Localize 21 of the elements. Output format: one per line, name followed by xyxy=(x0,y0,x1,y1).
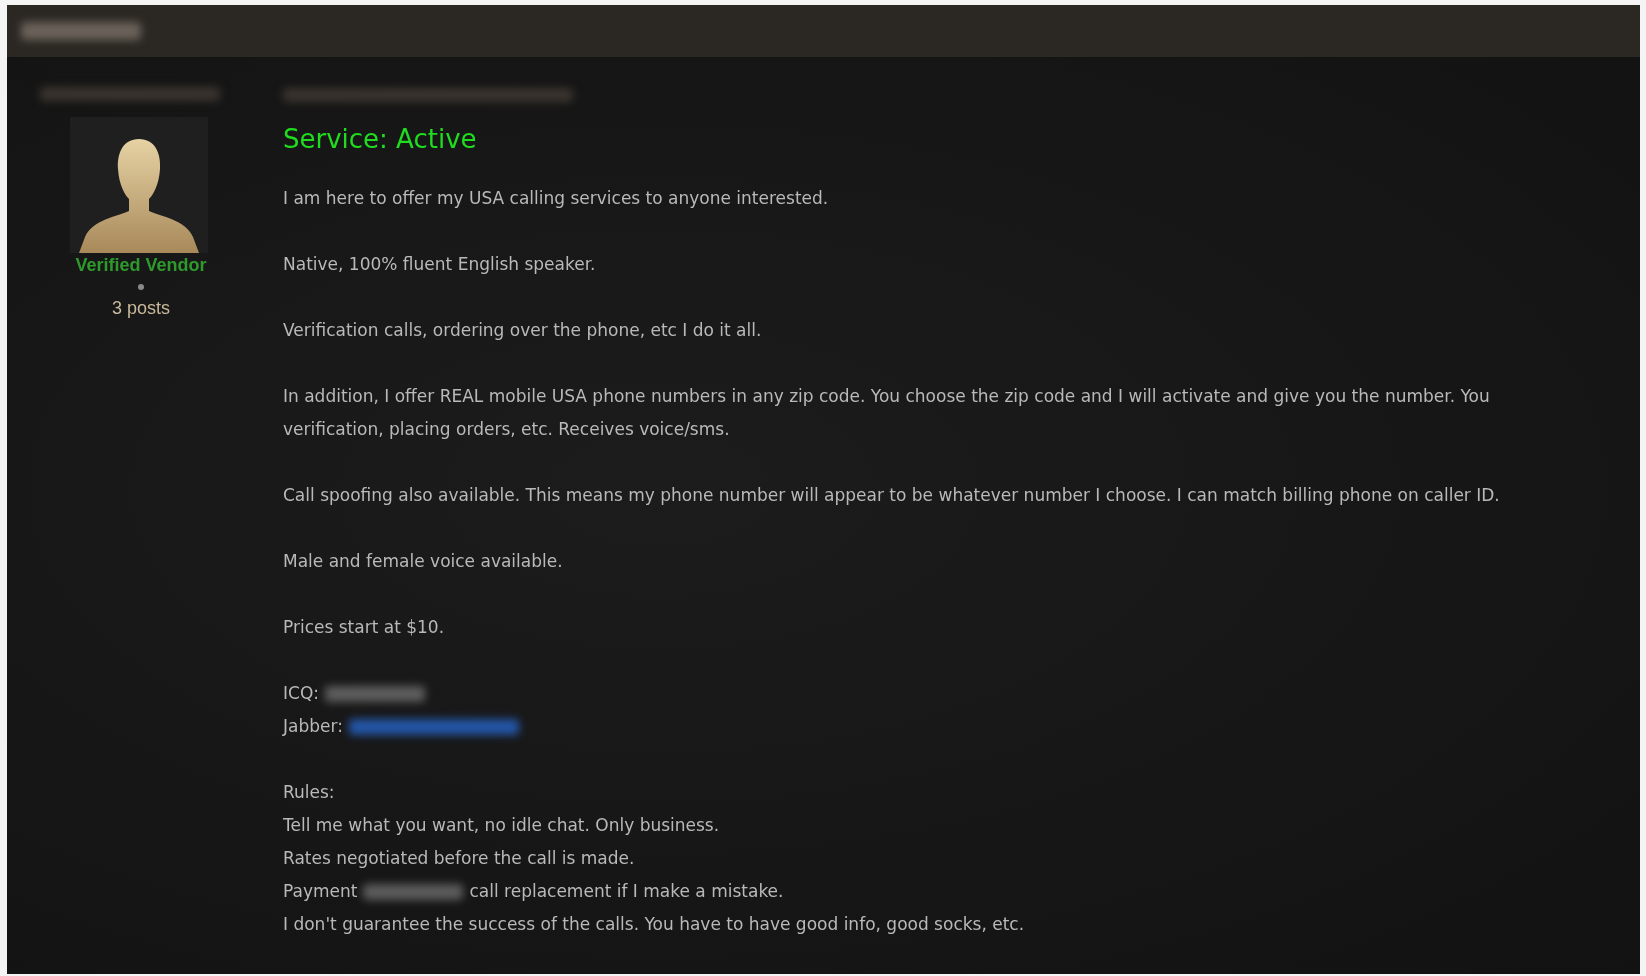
post-text: Payment xyxy=(283,880,358,903)
post-text: Jabber: xyxy=(283,715,343,738)
post-text: In addition, I offer REAL mobile USA phone numbers in any zip code. You choose the zip code and I will activate and give you the number. You xyxy=(283,385,1491,408)
separator-dot-icon xyxy=(138,284,144,290)
post-text: Call spoofing also available. This means my phone number will appear to be whatever number I choose. I can match billing phone on caller ID. xyxy=(283,484,1501,507)
post-text: I don't guarantee the success of the calls. You have to have good info, good socks, etc. xyxy=(283,913,1026,936)
post-text: Tell me what you want, no idle chat. Only business. xyxy=(283,814,721,837)
post-text: call replacement if I make a mistake. xyxy=(469,880,784,903)
post-text: Male and female voice available. xyxy=(283,550,564,573)
user-rank: Verified Vendor xyxy=(75,255,207,276)
post-text: verification, placing orders, etc. Receives voice/sms. xyxy=(283,418,731,441)
post-text: I am here to offer my USA calling services to anyone interested. xyxy=(283,187,830,210)
post-title: Service: Active xyxy=(283,123,478,156)
post-text: Rules: xyxy=(283,781,336,804)
redacted-link[interactable] xyxy=(348,718,519,735)
post-text: Rates negotiated before the call is made. xyxy=(283,847,636,870)
post-count: 3 posts xyxy=(111,298,170,319)
post-text: Native, 100% fluent English speaker. xyxy=(283,253,597,276)
post-text: ICQ: xyxy=(283,682,319,705)
post-text: Prices start at $10. xyxy=(283,616,446,639)
post-text: Verification calls, ordering over the phone, etc I do it all. xyxy=(283,319,763,342)
